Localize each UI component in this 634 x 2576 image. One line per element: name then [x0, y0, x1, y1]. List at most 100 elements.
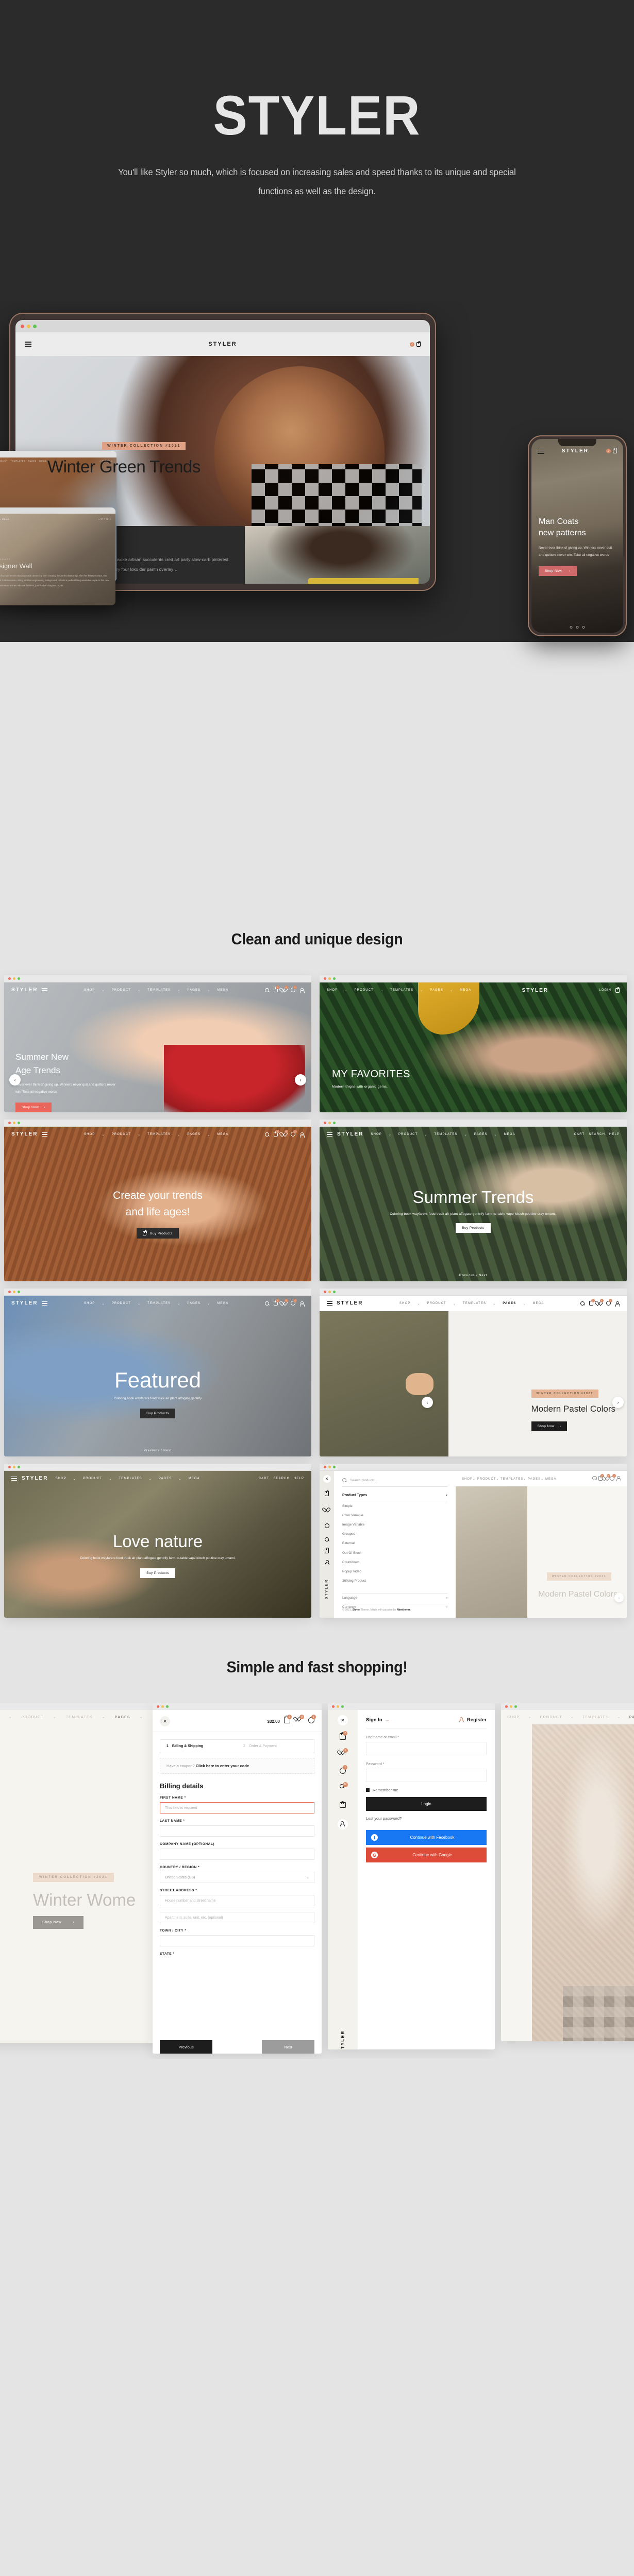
nav-item-templates[interactable]: TEMPLATES — [147, 989, 171, 992]
heart-icon[interactable] — [325, 1507, 329, 1512]
nav-item-mega[interactable]: MEGA — [532, 1302, 544, 1305]
search-icon[interactable] — [265, 1132, 270, 1137]
bag-icon[interactable] — [416, 341, 421, 347]
design-card[interactable]: ✕ STYLER Search products... Product Type… — [320, 1464, 627, 1618]
nav-item-mega[interactable]: MEGA — [189, 1477, 200, 1480]
site-logo[interactable]: STYLER — [11, 1300, 38, 1306]
shop-now-button[interactable]: Shop Now › — [539, 566, 577, 576]
buy-products-button[interactable]: Buy Products — [456, 1223, 491, 1233]
nav-item-shop[interactable]: SHOP — [55, 1477, 66, 1480]
window-minimize-dot[interactable] — [161, 1705, 164, 1708]
nav-item-mega[interactable]: MEGA — [545, 1478, 557, 1481]
nav-item-product[interactable]: PRODUCT — [83, 1477, 102, 1480]
design-card[interactable]: STYLER SHOP ⌄ PRODUCT ⌄ TEMPLATES ⌄ PAGES ⌄ … — [4, 1289, 311, 1456]
password-input[interactable] — [366, 1769, 487, 1782]
signin-pane[interactable]: ✕ 2 0 1 12 STYLER Sign In → Register Use… — [328, 1703, 495, 2049]
window-zoom-dot[interactable] — [18, 1122, 20, 1124]
nav-left-links[interactable]: PAGES ⌄ MEGA — [0, 518, 9, 520]
window-minimize-dot[interactable] — [328, 977, 331, 980]
previous-button[interactable]: Previous — [160, 2040, 212, 2054]
account-icon[interactable] — [340, 1821, 346, 1827]
window-minimize-dot[interactable] — [337, 1705, 339, 1708]
filter-item[interactable]: Popup Video — [342, 1567, 447, 1576]
nav-links[interactable]: SHOP⌄ PRODUCT⌄ TEMPLATES⌄ PAGES⌄ MEGA — [84, 1302, 228, 1306]
nav-item-product[interactable]: PRODUCT — [22, 1716, 44, 1719]
hamburger-icon[interactable] — [11, 1476, 17, 1482]
site-logo[interactable]: STYLER — [337, 1300, 363, 1306]
site-logo[interactable]: STYLER — [337, 1131, 363, 1137]
design-card[interactable]: SHOP ⌄ PRODUCT ⌄ TEMPLATES ⌄ PAGES ⌄ MEGA ST… — [320, 975, 627, 1112]
search-icon[interactable] — [580, 1301, 585, 1306]
filter-item[interactable]: Grouped — [342, 1530, 447, 1539]
account-icon[interactable] — [615, 1301, 620, 1307]
nav-item-product[interactable]: PRODUCT — [112, 989, 131, 992]
site-logo[interactable]: STYLER — [11, 1131, 38, 1137]
buy-products-button[interactable]: Buy Products — [140, 1568, 175, 1578]
nav-links[interactable]: SHOP⌄ PRODUCT⌄ TEMPLATES⌄ PAGES⌄ MEGA — [55, 1477, 199, 1481]
window-close-dot[interactable] — [324, 977, 326, 980]
filter-group-title[interactable]: Product Types ‹ — [342, 1487, 447, 1501]
country-region-select[interactable]: United States (US) ⌄ — [160, 1872, 314, 1883]
nav-link-search[interactable]: SEARCH — [273, 1477, 290, 1480]
window-zoom-dot[interactable] — [18, 1291, 20, 1293]
filter-item[interactable]: Out Of Stock — [342, 1548, 447, 1557]
nav-item-pages[interactable]: PAGES — [187, 1302, 201, 1305]
nav-item-pages[interactable]: PAGES — [528, 1478, 541, 1481]
nav-links[interactable]: SHOP⌄ PRODUCT⌄ TEMPLATES⌄ PAGES⌄ MEGA — [462, 1477, 557, 1481]
nav-item-pages[interactable]: PAGES — [430, 989, 443, 992]
nav-item-product[interactable]: PRODUCT — [427, 1302, 446, 1305]
nav-item-templates[interactable]: TEMPLATES — [582, 1716, 609, 1719]
continue-with-google-button[interactable]: G Continue with Google — [366, 1848, 487, 1862]
town-city-input[interactable] — [160, 1935, 314, 1946]
window-zoom-dot[interactable] — [333, 1291, 336, 1293]
nav-links[interactable]: SHOP⌄ PRODUCT⌄ TEMPLATES⌄ PAGES⌄ MEGA — [84, 1133, 228, 1137]
login-button[interactable]: Login — [366, 1797, 487, 1811]
carousel-next-button[interactable]: › — [612, 1397, 624, 1408]
window-zoom-dot[interactable] — [18, 977, 20, 980]
filter-item[interactable]: 360deg Product — [342, 1577, 447, 1586]
search-icon[interactable] — [265, 988, 270, 993]
compare-icon[interactable] — [324, 1523, 329, 1528]
nav-left-links[interactable]: SHOP · PRODUCT · TEMPLATES · PAGES · MEG… — [0, 460, 46, 462]
search-products-field[interactable]: Search products... — [342, 1478, 447, 1487]
nav-item-templates[interactable]: TEMPLATES — [147, 1302, 171, 1305]
window-zoom-dot[interactable] — [341, 1705, 344, 1708]
shop-now-button[interactable]: Shop Now › — [33, 1916, 84, 1929]
nav-item-templates[interactable]: TEMPLATES — [119, 1477, 142, 1480]
continue-with-facebook-button[interactable]: f Continue with Facebook — [366, 1830, 487, 1845]
nav-item-mega[interactable]: MEGA — [460, 989, 471, 992]
nav-link-help[interactable]: HELP — [294, 1477, 304, 1480]
nav-item-pages[interactable]: PAGES — [115, 1716, 130, 1719]
window-zoom-dot[interactable] — [333, 1466, 336, 1468]
filter-item[interactable]: External — [342, 1539, 447, 1548]
apartment-input[interactable]: Apartment, suite, unit, etc. (optional) — [160, 1912, 314, 1923]
nav-link-search[interactable]: SEARCH — [589, 1133, 605, 1136]
nav-item-product[interactable]: PRODUCT — [112, 1133, 131, 1136]
nav-item-templates[interactable]: TEMPLATES — [463, 1302, 486, 1305]
nav-item-templates[interactable]: TEMPLATES — [147, 1133, 171, 1136]
hamburger-icon[interactable] — [42, 987, 48, 994]
carousel-prev-button[interactable]: ‹ — [9, 1074, 21, 1086]
nav-item-templates[interactable]: TEMPLATES — [390, 989, 413, 992]
carousel-next-button[interactable]: › — [295, 1074, 306, 1086]
filter-item[interactable]: Countdown — [342, 1557, 447, 1567]
window-minimize-dot[interactable] — [13, 977, 15, 980]
window-close-dot[interactable] — [332, 1705, 335, 1708]
window-close-dot[interactable] — [21, 324, 24, 328]
nav-item-product[interactable]: PRODUCT — [112, 1302, 131, 1305]
tab-register[interactable]: Register — [459, 1717, 487, 1723]
nav-item-pages[interactable]: PAGES — [187, 1133, 201, 1136]
account-icon[interactable] — [299, 1301, 305, 1307]
close-icon[interactable]: ✕ — [323, 1475, 331, 1483]
nav-item-mega[interactable]: MEGA — [217, 989, 228, 992]
window-minimize-dot[interactable] — [13, 1291, 15, 1293]
nav-item-mega[interactable]: MEGA — [217, 1302, 228, 1305]
shop-now-button[interactable]: Shop Now › — [531, 1421, 568, 1431]
nav-item-mega[interactable]: MEGA — [217, 1133, 228, 1136]
nav-item-templates[interactable]: TEMPLATES — [500, 1478, 523, 1481]
window-zoom-dot[interactable] — [18, 1466, 20, 1468]
nav-item-product[interactable]: PRODUCT — [398, 1133, 418, 1136]
company-name-input[interactable] — [160, 1849, 314, 1860]
hamburger-icon[interactable] — [42, 1131, 48, 1138]
remember-me-checkbox[interactable] — [366, 1788, 370, 1792]
